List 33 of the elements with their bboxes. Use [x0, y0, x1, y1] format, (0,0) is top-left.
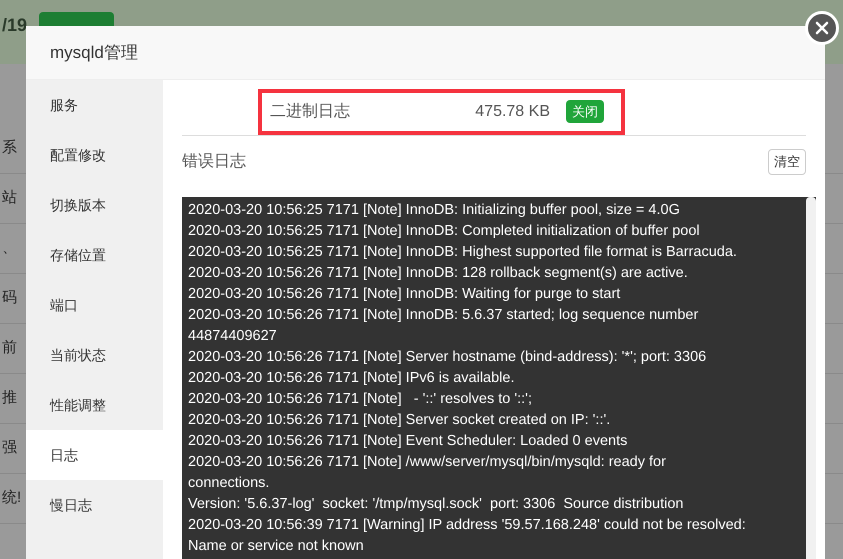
- log-line: 2020-03-20 10:56:25 7171 [Note] InnoDB: Initializing buffer pool, size = 4.0G: [188, 201, 680, 220]
- log-line: 2020-03-20 10:56:26 7171 [Note] IPv6 is available.: [188, 369, 514, 388]
- log-line: 44874409627: [188, 327, 277, 346]
- log-line: connections.: [188, 474, 270, 493]
- date-text: /19: [2, 14, 28, 37]
- background-text: 前: [2, 338, 17, 358]
- log-line: 2020-03-20 10:56:26 7171 [Note] InnoDB: 128 rollback segment(s) are active.: [188, 264, 688, 283]
- log-line: 2020-03-20 10:56:25 7171 [Note] InnoDB: Highest supported file format is Barracuda.: [188, 243, 737, 262]
- scrollbar[interactable]: [806, 197, 816, 559]
- log-line: 2020-03-20 10:56:26 7171 [Note] /www/server/mysql/bin/mysqld: ready for: [188, 453, 666, 472]
- binary-log-size: 475.78 KB: [474, 102, 550, 122]
- background-text: 系: [2, 138, 17, 158]
- log-line: Version: '5.6.37-log' socket: '/tmp/mysql.sock' port: 3306 Source distribution: [188, 495, 684, 514]
- log-line: Name or service not known: [188, 537, 364, 556]
- background-text: 、: [2, 238, 17, 258]
- background-text: 码: [2, 288, 17, 308]
- log-line: 2020-03-20 10:56:26 7171 [Note] - '::' resolves to '::';: [188, 390, 532, 409]
- log-line: 2020-03-20 10:56:26 7171 [Note] Event Scheduler: Loaded 0 events: [188, 432, 628, 451]
- background-text: 统!: [2, 488, 22, 508]
- background-text: 站: [2, 188, 17, 208]
- error-log-title: 错误日志: [182, 152, 246, 172]
- log-line: 2020-03-20 10:56:26 7171 [Note] InnoDB: 5.6.37 started; log sequence number: [188, 306, 698, 325]
- dialog-title: mysqld管理: [50, 42, 138, 64]
- clear-button[interactable]: 清空: [768, 149, 806, 175]
- log-line: 2020-03-20 10:56:25 7171 [Note] InnoDB: Completed initialization of buffer pool: [188, 222, 700, 241]
- sidebar-item[interactable]: 日志: [26, 430, 163, 480]
- background-text: 推: [2, 388, 17, 408]
- binary-log-label: 二进制日志: [270, 102, 351, 122]
- log-line: 2020-03-20 10:56:26 7171 [Note] Server socket created on IP: '::'.: [188, 411, 610, 430]
- background-text: 强: [2, 438, 17, 458]
- log-line: 2020-03-20 10:56:39 7171 [Warning] IP address '59.57.168.248' could not be resolved:: [188, 516, 746, 535]
- log-line: 2020-03-20 10:56:26 7171 [Note] InnoDB: Waiting for purge to start: [188, 285, 620, 304]
- log-line: 2020-03-20 10:56:26 7171 [Note] Server hostname (bind-address): '*'; port: 3306: [188, 348, 706, 367]
